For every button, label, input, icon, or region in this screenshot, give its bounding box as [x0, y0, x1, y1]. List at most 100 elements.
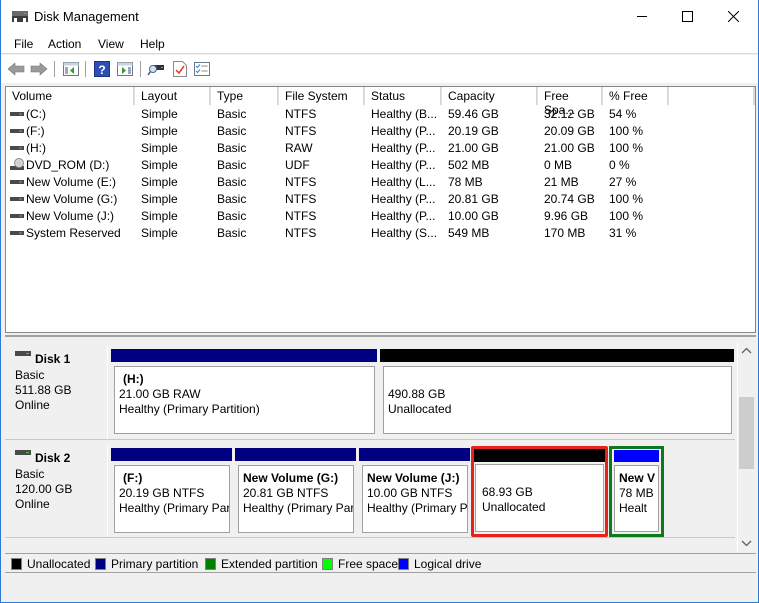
disk-1-type: Basic: [15, 368, 45, 382]
partition-body: New Volume (G:) 20.81 GB NTFS Healthy (P…: [238, 465, 354, 533]
cell-type: Basic: [217, 175, 247, 189]
volume-row[interactable]: DVD_ROM (D:) Simple Basic UDF Healthy (P... 5…: [6, 157, 755, 174]
cell-layout: Simple: [141, 107, 178, 121]
column-header-capacity[interactable]: Capacity: [442, 87, 538, 105]
menu-action[interactable]: Action: [48, 37, 81, 51]
legend-primary-partition: Primary partition: [95, 557, 198, 571]
disk-2-label[interactable]: Disk 2 Basic 120.00 GB Online: [11, 445, 108, 537]
action-pane-icon: [117, 62, 133, 76]
legend-swatch: [322, 558, 333, 570]
column-header-layout[interactable]: Layout: [135, 87, 211, 105]
unallocated-bar: [474, 449, 605, 462]
column-header-status[interactable]: Status: [365, 87, 442, 105]
column-header-type[interactable]: Type: [211, 87, 279, 105]
cell-free-space: 32.12 GB: [544, 107, 595, 121]
minimize-button[interactable]: [619, 0, 665, 32]
partition-disk2-g[interactable]: New Volume (G:) 20.81 GB NTFS Healthy (P…: [234, 447, 357, 536]
partition-disk2-unallocated[interactable]: 68.93 GB Unallocated: [471, 446, 608, 537]
drive-icon: [10, 180, 24, 184]
volume-row[interactable]: New Volume (E:) Simple Basic NTFS Healthy (L…: [6, 174, 755, 191]
close-button[interactable]: [710, 0, 756, 32]
partition-body: 68.93 GB Unallocated: [475, 464, 604, 532]
cell-capacity: 21.00 GB: [448, 141, 499, 155]
legend-unallocated: Unallocated: [11, 557, 90, 571]
drive-icon: [10, 231, 24, 235]
cell-capacity: 10.00 GB: [448, 209, 499, 223]
help-button[interactable]: ?: [93, 60, 111, 78]
partition-status: Healt: [619, 501, 648, 515]
volume-row[interactable]: New Volume (J:) Simple Basic NTFS Healthy (P…: [6, 208, 755, 225]
column-header-percent-free[interactable]: % Free: [603, 87, 669, 105]
show-hide-console-tree-button[interactable]: [62, 60, 80, 78]
disk-2-size: 120.00 GB: [15, 482, 73, 496]
volume-row[interactable]: (C:) Simple Basic NTFS Healthy (B... 59.46 GB…: [6, 106, 755, 123]
menu-help[interactable]: Help: [140, 37, 165, 51]
cell-free-space: 21.00 GB: [544, 141, 595, 155]
cell-layout: Simple: [141, 209, 178, 223]
partition-disk2-f[interactable]: (F:) 20.19 GB NTFS Healthy (Primary Par: [110, 447, 233, 536]
disk-2-type: Basic: [15, 467, 45, 481]
cell-file-system: NTFS: [285, 209, 317, 223]
show-hide-action-pane-button[interactable]: [116, 60, 134, 78]
cell-layout: Simple: [141, 226, 178, 240]
column-header-file-system[interactable]: File System: [279, 87, 365, 105]
partition-body: (H:) 21.00 GB RAW Healthy (Primary Parti…: [114, 366, 375, 434]
checklist-icon: [194, 62, 210, 76]
toolbar: ?: [1, 55, 758, 83]
menu-file[interactable]: File: [14, 37, 33, 51]
back-button[interactable]: [7, 60, 25, 78]
scrollbar-thumb[interactable]: [739, 397, 754, 469]
cell-type: Basic: [217, 192, 247, 206]
cell-status: Healthy (B...: [371, 107, 438, 121]
partition-body: (F:) 20.19 GB NTFS Healthy (Primary Par: [114, 465, 230, 533]
volume-row[interactable]: System Reserved Simple Basic NTFS Healthy (S…: [6, 225, 755, 242]
maximize-button[interactable]: [664, 0, 710, 32]
volume-list[interactable]: Volume Layout Type File System Status Ca…: [5, 86, 756, 333]
partition-disk1-h[interactable]: (H:) 21.00 GB RAW Healthy (Primary Parti…: [110, 348, 378, 437]
cell-volume: System Reserved: [26, 226, 121, 240]
scroll-up-icon[interactable]: [741, 346, 752, 356]
drive-icon: [10, 146, 24, 150]
legend-free-space: Free space: [322, 557, 398, 571]
arrow-right-icon: [30, 62, 48, 76]
partition-disk2-e-logical[interactable]: New V 78 MB Healt: [609, 446, 664, 537]
volume-row[interactable]: (H:) Simple Basic RAW Healthy (P... 21.00 GB 2…: [6, 140, 755, 157]
forward-button[interactable]: [30, 60, 48, 78]
legend-swatch: [398, 558, 409, 570]
menu-view[interactable]: View: [98, 37, 124, 51]
rescan-disks-button[interactable]: [147, 60, 165, 78]
partition-disk1-unallocated[interactable]: 490.88 GB Unallocated: [379, 348, 735, 437]
volume-row[interactable]: New Volume (G:) Simple Basic NTFS Healthy (P…: [6, 191, 755, 208]
cell-volume: DVD_ROM (D:): [26, 158, 110, 172]
cell-free-space: 170 MB: [544, 226, 586, 240]
column-header-volume[interactable]: Volume: [6, 87, 135, 105]
scroll-down-icon[interactable]: [741, 538, 752, 548]
legend-logical-drive: Logical drive: [398, 557, 481, 571]
cell-free-space: 20.09 GB: [544, 124, 595, 138]
logical-drive-bar: [614, 450, 659, 462]
partition-disk2-j[interactable]: New Volume (J:) 10.00 GB NTFS Healthy (P…: [358, 447, 471, 536]
properties-button[interactable]: [171, 60, 189, 78]
cell-percent-free: 0 %: [609, 158, 630, 172]
cell-free-space: 21 MB: [544, 175, 579, 189]
cell-status: Healthy (P...: [371, 141, 436, 155]
disk-1-label[interactable]: Disk 1 Basic 511.88 GB Online: [11, 346, 108, 439]
console-tree-icon: [63, 62, 79, 76]
cell-status: Healthy (P...: [371, 158, 436, 172]
settings-list-button[interactable]: [193, 60, 211, 78]
column-header-free-space[interactable]: Free Spa...: [538, 87, 603, 117]
graphical-view-scrollbar[interactable]: [737, 342, 754, 552]
volume-row[interactable]: (F:) Simple Basic NTFS Healthy (P... 20.19 GB…: [6, 123, 755, 140]
drive-icon: [10, 197, 24, 201]
partition-status: Healthy (Primary Par: [243, 501, 353, 515]
primary-partition-bar: [111, 448, 232, 461]
window-title: Disk Management: [34, 9, 139, 24]
title-bar: Disk Management: [1, 0, 758, 34]
legend-label: Primary partition: [111, 557, 199, 571]
cell-volume: New Volume (J:): [26, 209, 115, 223]
cell-capacity: 59.46 GB: [448, 107, 499, 121]
maximize-icon: [681, 10, 693, 22]
cell-type: Basic: [217, 209, 247, 223]
dvd-icon: [10, 158, 24, 170]
legend-label: Unallocated: [27, 557, 91, 571]
